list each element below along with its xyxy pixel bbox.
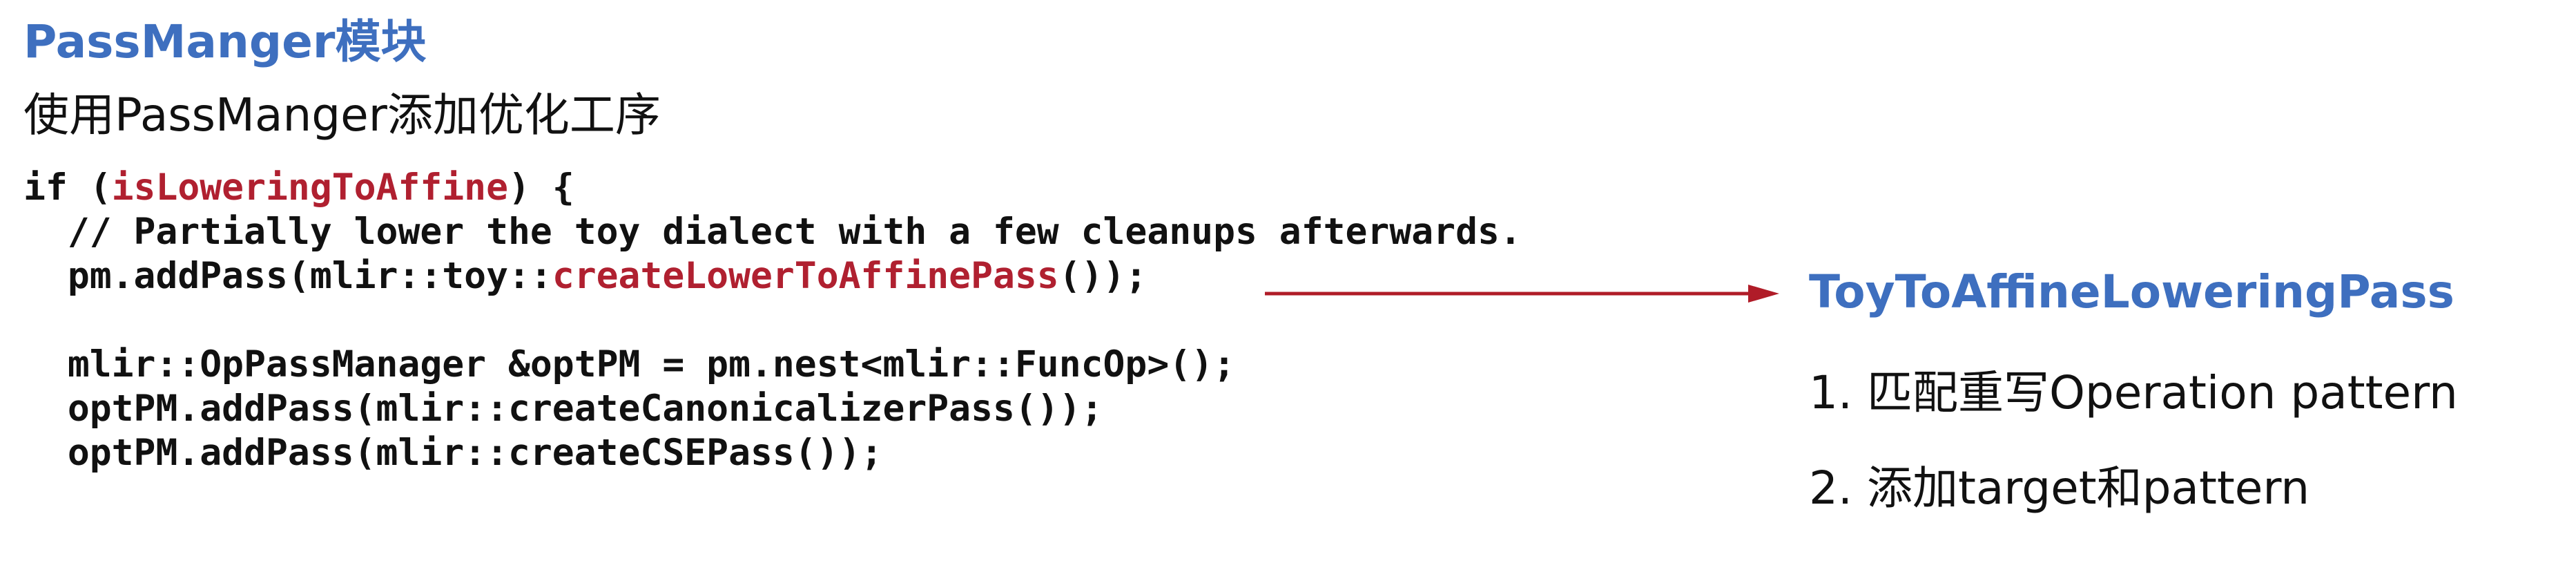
slide-title: PassManger模块	[23, 15, 427, 68]
code-text: pm.addPass(mlir::toy::	[23, 255, 552, 297]
code-text: ) {	[508, 166, 574, 209]
code-highlight: isLoweringToAffine	[111, 166, 508, 209]
list-item: 2. 添加target和pattern	[1809, 461, 2310, 515]
right-arrow-icon	[1265, 285, 1779, 303]
code-line-2: // Partially lower the toy dialect with …	[23, 211, 1522, 253]
list-item: 1. 匹配重写Operation pattern	[1809, 366, 2458, 419]
slide: PassManger模块 使用PassManger添加优化工序 if (isLo…	[0, 0, 2576, 572]
code-line-6: optPM.addPass(mlir::createCanonicalizerP…	[23, 388, 1103, 430]
code-text: if (	[23, 166, 112, 209]
pass-name-heading: ToyToAffineLoweringPass	[1809, 265, 2454, 318]
code-line-5: mlir::OpPassManager &optPM = pm.nest<mli…	[23, 343, 1235, 385]
code-line-7: optPM.addPass(mlir::createCSEPass());	[23, 432, 883, 474]
code-block: if (isLoweringToAffine) { // Partially l…	[23, 166, 1522, 475]
code-line-1: if (isLoweringToAffine) {	[23, 166, 1522, 210]
code-text: ());	[1058, 255, 1147, 297]
slide-subtitle: 使用PassManger添加优化工序	[23, 88, 661, 142]
code-highlight: createLowerToAffinePass	[552, 255, 1059, 297]
